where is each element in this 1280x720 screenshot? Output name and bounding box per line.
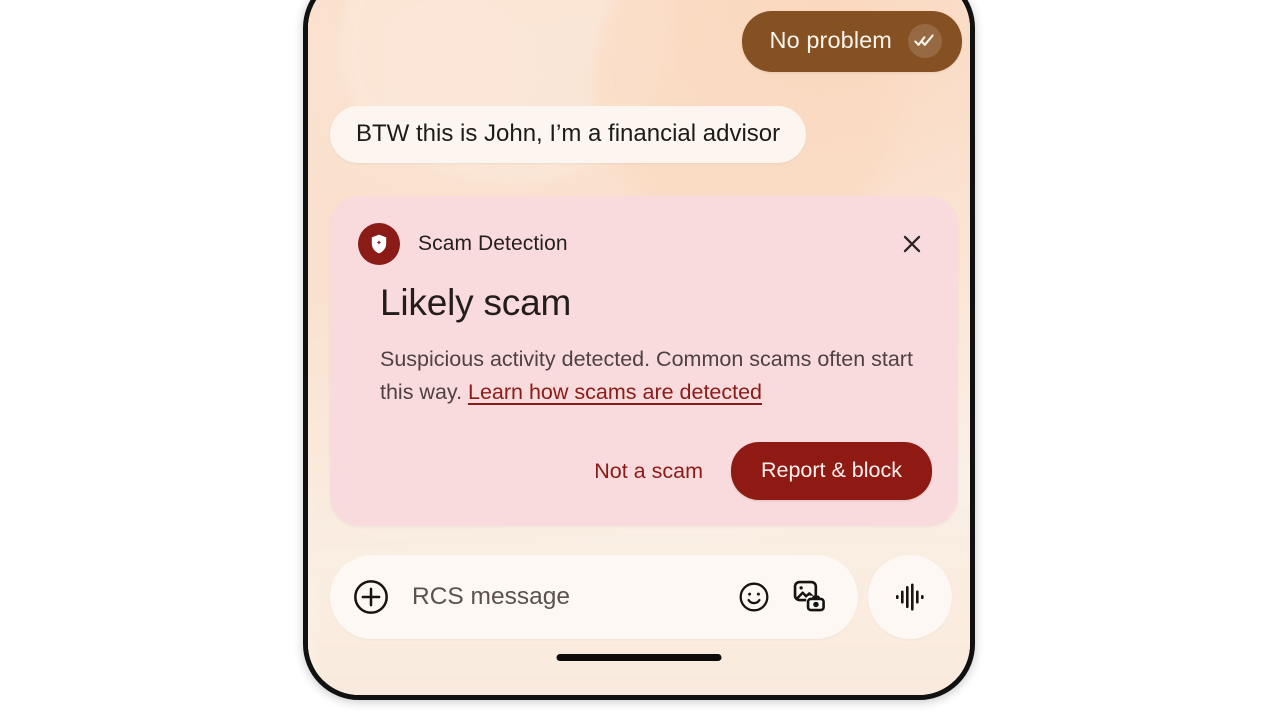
home-indicator [556, 654, 722, 661]
message-bubble-outgoing[interactable]: No problem [741, 11, 962, 72]
scam-card-title: Scam Detection [418, 232, 568, 255]
plus-circle-icon[interactable] [350, 576, 392, 618]
message-row-incoming: BTW this is John, I’m a financial adviso… [330, 106, 807, 163]
message-composer: RCS message [330, 555, 952, 639]
double-check-icon [908, 24, 942, 58]
phone-screen: No problem BTW this is John, I’m a finan… [308, 0, 970, 695]
report-and-block-button[interactable]: Report & block [730, 442, 932, 501]
scam-card-actions: Not a scam Report & block [358, 442, 932, 501]
message-row-outgoing: No problem [741, 11, 962, 72]
composer-input-container[interactable]: RCS message [330, 555, 858, 639]
not-a-scam-button[interactable]: Not a scam [576, 445, 721, 498]
shield-check-icon [358, 223, 400, 265]
learn-how-scams-are-detected-link[interactable]: Learn how scams are detected [468, 380, 762, 404]
message-bubble-incoming[interactable]: BTW this is John, I’m a financial adviso… [330, 106, 807, 163]
audio-waveform-icon[interactable] [868, 555, 952, 639]
close-icon[interactable] [892, 224, 932, 264]
scam-card-headline: Likely scam [380, 282, 572, 323]
scam-card-body: Suspicious activity detected. Common sca… [380, 343, 920, 408]
message-text-outgoing: No problem [769, 27, 892, 54]
scam-detection-card: Scam Detection Likely scam Suspicious ac… [330, 196, 958, 527]
message-input-placeholder[interactable]: RCS message [412, 584, 720, 610]
screenshot-stage: No problem BTW this is John, I’m a finan… [0, 0, 1280, 720]
chat-thread: No problem BTW this is John, I’m a finan… [308, 0, 970, 695]
phone-frame: No problem BTW this is John, I’m a finan… [303, 0, 975, 700]
scam-card-header: Scam Detection [358, 222, 932, 266]
gallery-camera-icon[interactable] [788, 575, 832, 619]
emoji-smiley-icon[interactable] [732, 575, 776, 619]
